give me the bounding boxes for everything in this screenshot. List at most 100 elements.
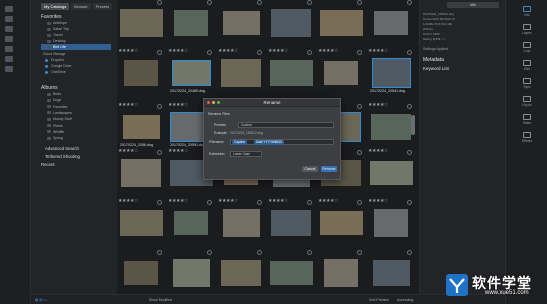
rating-stars[interactable]: ★★★★☆ bbox=[168, 199, 188, 204]
cloud-icon[interactable] bbox=[5, 26, 13, 32]
photo-thumbnail[interactable] bbox=[121, 159, 161, 187]
select-circle-icon[interactable] bbox=[257, 0, 262, 5]
favorites-heading[interactable]: Favorites bbox=[41, 14, 62, 20]
metadata-heading[interactable]: Metadata bbox=[423, 57, 444, 63]
camera-icon[interactable] bbox=[5, 56, 13, 62]
photo-thumbnail[interactable] bbox=[221, 59, 261, 87]
select-circle-icon[interactable] bbox=[257, 250, 262, 255]
albums-heading[interactable]: Albums bbox=[41, 85, 58, 91]
select-circle-icon[interactable] bbox=[357, 104, 362, 109]
photo-thumbnail[interactable] bbox=[174, 10, 208, 36]
photo-thumbnail[interactable] bbox=[269, 261, 313, 285]
photo-thumbnail[interactable] bbox=[171, 60, 211, 86]
rating-stars[interactable]: ★★★★☆ bbox=[218, 49, 238, 54]
toolbar-export-button[interactable]: Export bbox=[510, 96, 544, 107]
select-circle-icon[interactable] bbox=[157, 250, 162, 255]
collection-item[interactable]: Desktop bbox=[47, 39, 66, 43]
album-item[interactable]: Moody Stuff bbox=[47, 117, 72, 121]
photo-thumbnail[interactable] bbox=[319, 211, 363, 235]
photo-thumbnail[interactable] bbox=[371, 58, 411, 88]
album-item[interactable]: Plants bbox=[47, 124, 63, 128]
select-circle-icon[interactable] bbox=[407, 104, 412, 109]
collection-item-selected[interactable]: Bird Life bbox=[47, 45, 66, 49]
select-circle-icon[interactable] bbox=[357, 50, 362, 55]
select-circle-icon[interactable] bbox=[207, 200, 212, 205]
select-circle-icon[interactable] bbox=[307, 250, 312, 255]
tab-my-catalogs[interactable]: My Catalogs bbox=[41, 3, 70, 10]
recent-heading[interactable]: Recent bbox=[41, 162, 55, 167]
date-token[interactable]: Date YYYYMMDD bbox=[254, 139, 284, 145]
advanced-search-link[interactable]: Advanced Search bbox=[45, 146, 79, 151]
select-circle-icon[interactable] bbox=[207, 0, 212, 5]
photo-thumbnail[interactable] bbox=[324, 61, 358, 85]
folder-icon[interactable] bbox=[5, 16, 13, 22]
photo-thumbnail[interactable] bbox=[269, 60, 313, 86]
view-mode-icons[interactable]: ▦ ▤ ▭ bbox=[35, 298, 47, 302]
select-circle-icon[interactable] bbox=[407, 200, 412, 205]
album-item[interactable]: Favorites bbox=[47, 105, 67, 109]
select-circle-icon[interactable] bbox=[157, 0, 162, 5]
keyword-list-heading[interactable]: Keyword List bbox=[423, 66, 449, 71]
rating-stars[interactable]: ★★★★☆ bbox=[168, 149, 188, 154]
photo-thumbnail[interactable] bbox=[174, 211, 208, 235]
photo-thumbnail[interactable] bbox=[324, 259, 358, 287]
select-circle-icon[interactable] bbox=[257, 200, 262, 205]
toolbar-layers-button[interactable]: Layers bbox=[510, 24, 544, 35]
minimize-icon[interactable] bbox=[212, 101, 215, 104]
photo-thumbnail[interactable] bbox=[271, 9, 311, 37]
photo-thumbnail[interactable] bbox=[369, 161, 413, 185]
select-circle-icon[interactable] bbox=[207, 50, 212, 55]
photo-thumbnail[interactable] bbox=[122, 115, 160, 139]
album-item[interactable]: Dogs bbox=[47, 98, 61, 102]
select-circle-icon[interactable] bbox=[307, 200, 312, 205]
show-modified-toggle[interactable]: Show Modified bbox=[149, 298, 172, 302]
album-item[interactable]: Birds bbox=[47, 92, 61, 96]
select-circle-icon[interactable] bbox=[157, 50, 162, 55]
rating-stars[interactable]: ★★★★☆ bbox=[268, 199, 288, 204]
toolbar-share-button[interactable]: Share bbox=[510, 114, 544, 125]
favorite-item[interactable]: Travel bbox=[47, 33, 63, 37]
rating-stars[interactable]: ★★★★☆ bbox=[168, 103, 188, 108]
grid-scrollbar[interactable] bbox=[411, 115, 415, 135]
tethered-shooting-link[interactable]: Tethered Shooting bbox=[45, 154, 80, 159]
cloud-item[interactable]: OneDrive bbox=[51, 70, 66, 74]
toolbar-sync-button[interactable]: Sync bbox=[510, 78, 544, 89]
select-circle-icon[interactable] bbox=[157, 104, 162, 109]
photo-thumbnail[interactable] bbox=[124, 261, 158, 285]
rating-stars[interactable]: ★★★★☆ bbox=[268, 49, 288, 54]
rating-stars[interactable]: ★★★★☆ bbox=[368, 103, 388, 108]
photo-thumbnail[interactable] bbox=[119, 9, 163, 37]
select-circle-icon[interactable] bbox=[357, 250, 362, 255]
rating-stars[interactable]: ★★★★☆ bbox=[368, 49, 388, 54]
preset-select[interactable]: Custom bbox=[238, 122, 334, 128]
rating-stars[interactable]: ★★★★☆ bbox=[118, 103, 138, 108]
photo-thumbnail[interactable] bbox=[271, 210, 311, 236]
toolbar-edit-button[interactable]: Edit bbox=[510, 60, 544, 71]
close-icon[interactable] bbox=[207, 101, 210, 104]
select-circle-icon[interactable] bbox=[407, 50, 412, 55]
search-icon[interactable] bbox=[5, 46, 13, 52]
cloud-storage-heading[interactable]: Cloud Storage bbox=[43, 52, 65, 56]
select-circle-icon[interactable] bbox=[407, 150, 412, 155]
rating-stars[interactable]: ★★★★☆ bbox=[368, 199, 388, 204]
search-input[interactable]: info bbox=[447, 2, 499, 8]
album-item[interactable]: Wildlife bbox=[47, 130, 64, 134]
tab-browse[interactable]: Browse bbox=[71, 3, 91, 10]
photo-thumbnail[interactable] bbox=[374, 209, 408, 237]
select-circle-icon[interactable] bbox=[157, 200, 162, 205]
rating-stars[interactable]: ★★★★☆ bbox=[218, 199, 238, 204]
zoom-icon[interactable] bbox=[217, 101, 220, 104]
rename-button[interactable]: Rename bbox=[321, 166, 337, 172]
select-circle-icon[interactable] bbox=[307, 0, 312, 5]
photo-thumbnail[interactable] bbox=[172, 259, 210, 287]
catalog-icon[interactable] bbox=[5, 6, 13, 12]
photo-thumbnail[interactable] bbox=[371, 114, 411, 140]
select-circle-icon[interactable] bbox=[407, 0, 412, 5]
rating-stars[interactable]: ★★★★☆ bbox=[118, 49, 138, 54]
toolbar-info-button[interactable]: Info bbox=[510, 6, 544, 17]
caption-token[interactable]: Caption bbox=[232, 139, 247, 145]
photo-thumbnail[interactable] bbox=[374, 11, 408, 35]
rating-stars[interactable]: ★★★★☆ bbox=[318, 199, 338, 204]
photo-thumbnail[interactable] bbox=[221, 260, 261, 286]
favorite-item[interactable]: Antelope bbox=[47, 21, 67, 25]
